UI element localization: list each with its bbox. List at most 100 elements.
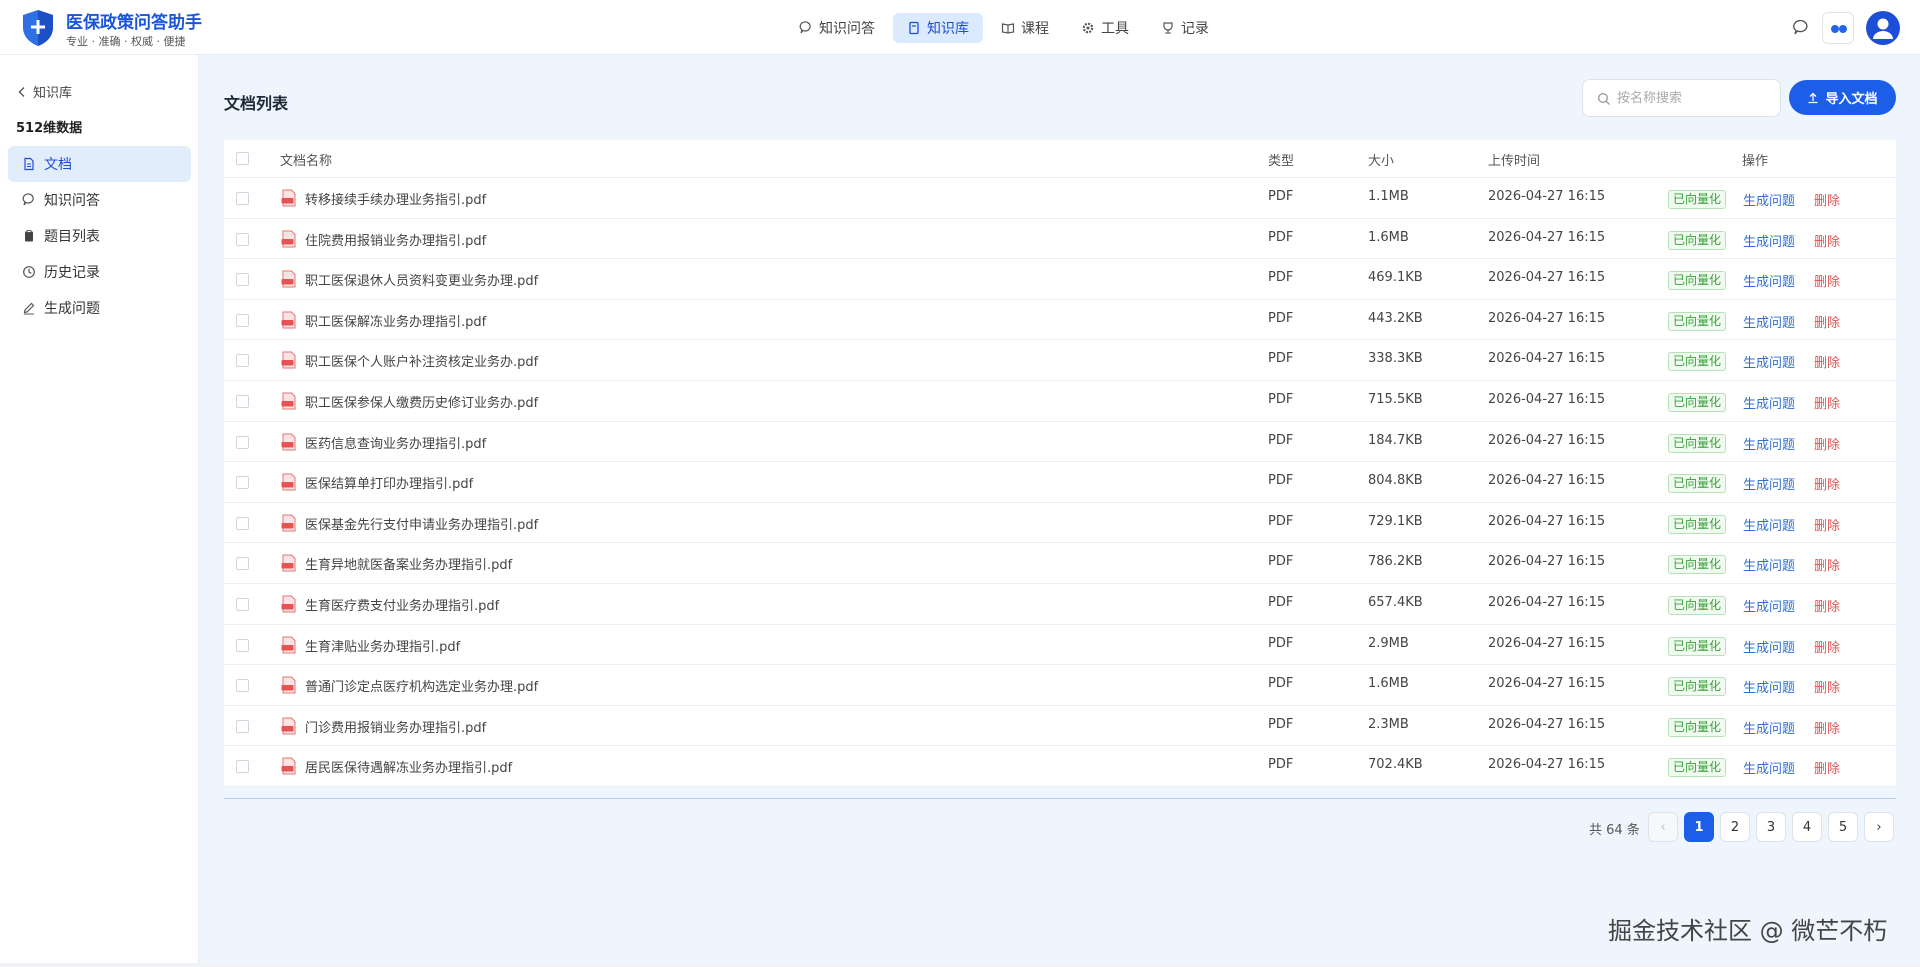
sidebar-item-generate[interactable]: 生成问题 <box>8 290 191 326</box>
page-button-2[interactable]: 2 <box>1720 812 1750 842</box>
page-button-1[interactable]: 1 <box>1684 812 1714 842</box>
sidebar-item-questions[interactable]: 题目列表 <box>8 218 191 254</box>
doc-name[interactable]: 生育异地就医备案业务办理指引.pdf <box>305 554 512 573</box>
sidebar-item-history[interactable]: 历史记录 <box>8 254 191 290</box>
doc-name[interactable]: 职工医保解冻业务办理指引.pdf <box>305 311 486 330</box>
delete-link[interactable]: 删除 <box>1814 271 1840 290</box>
pdf-file-icon <box>281 554 296 572</box>
delete-link[interactable]: 删除 <box>1814 312 1840 331</box>
back-to-knowledge-base[interactable]: 知识库 <box>17 82 72 101</box>
select-all-checkbox[interactable] <box>236 152 249 165</box>
doc-name[interactable]: 转移接续手续办理业务指引.pdf <box>305 189 486 208</box>
delete-link[interactable]: 删除 <box>1814 637 1840 656</box>
page-button-3[interactable]: 3 <box>1756 812 1786 842</box>
generate-questions-link[interactable]: 生成问题 <box>1743 190 1795 209</box>
sidebar-item-label: 文档 <box>44 157 72 173</box>
generate-questions-link[interactable]: 生成问题 <box>1743 515 1795 534</box>
doc-size: 702.4KB <box>1368 757 1423 773</box>
row-checkbox[interactable] <box>236 597 249 611</box>
doc-name[interactable]: 门诊费用报销业务办理指引.pdf <box>305 717 486 736</box>
generate-questions-link[interactable]: 生成问题 <box>1743 231 1795 250</box>
vectorized-status-badge: 已向量化 <box>1668 392 1727 412</box>
nav-item-qa[interactable]: 知识问答 <box>785 13 889 43</box>
top-header: 医保政策问答助手 专业 · 准确 · 权威 · 便捷 知识问答 知识库 课程 工… <box>0 0 1920 55</box>
row-checkbox[interactable] <box>236 232 249 246</box>
clipboard-icon <box>25 230 33 242</box>
generate-questions-link[interactable]: 生成问题 <box>1743 474 1795 493</box>
delete-link[interactable]: 删除 <box>1814 352 1840 371</box>
row-checkbox[interactable] <box>236 394 249 408</box>
delete-link[interactable]: 删除 <box>1814 596 1840 615</box>
pdf-file-icon <box>281 473 296 491</box>
book-icon <box>909 21 919 35</box>
sidebar-item-documents[interactable]: 文档 <box>8 146 191 182</box>
generate-questions-link[interactable]: 生成问题 <box>1743 393 1795 412</box>
delete-link[interactable]: 删除 <box>1814 718 1840 737</box>
doc-name[interactable]: 职工医保退休人员资料变更业务办理.pdf <box>305 270 538 289</box>
row-checkbox[interactable] <box>236 476 249 490</box>
delete-link[interactable]: 删除 <box>1814 231 1840 250</box>
row-checkbox[interactable] <box>236 313 249 327</box>
row-checkbox[interactable] <box>236 679 249 693</box>
pdf-file-icon <box>281 717 296 735</box>
doc-upload-time: 2026-04-27 16:15 <box>1488 391 1606 407</box>
delete-link[interactable]: 删除 <box>1814 555 1840 574</box>
generate-questions-link[interactable]: 生成问题 <box>1743 677 1795 696</box>
row-checkbox[interactable] <box>236 516 249 530</box>
delete-link[interactable]: 删除 <box>1814 758 1840 777</box>
delete-link[interactable]: 删除 <box>1814 515 1840 534</box>
import-document-button[interactable]: 导入文档 <box>1789 80 1896 115</box>
theme-toggle-button[interactable] <box>1822 12 1854 44</box>
doc-name[interactable]: 医保基金先行支付申请业务办理指引.pdf <box>305 514 538 533</box>
vectorized-status-badge: 已向量化 <box>1668 230 1727 250</box>
pdf-file-icon <box>281 230 296 248</box>
doc-name[interactable]: 职工医保个人账户补注资核定业务办.pdf <box>305 351 538 370</box>
doc-name[interactable]: 医保结算单打印办理指引.pdf <box>305 473 473 492</box>
page-button-4[interactable]: 4 <box>1792 812 1822 842</box>
user-avatar[interactable] <box>1866 11 1900 45</box>
generate-questions-link[interactable]: 生成问题 <box>1743 758 1795 777</box>
doc-name[interactable]: 医药信息查询业务办理指引.pdf <box>305 433 486 452</box>
nav-item-tools[interactable]: 工具 <box>1067 13 1143 43</box>
page-button-5[interactable]: 5 <box>1828 812 1858 842</box>
generate-questions-link[interactable]: 生成问题 <box>1743 312 1795 331</box>
row-checkbox[interactable] <box>236 354 249 368</box>
pen-icon <box>23 302 35 315</box>
generate-questions-link[interactable]: 生成问题 <box>1743 434 1795 453</box>
generate-questions-link[interactable]: 生成问题 <box>1743 271 1795 290</box>
table-row: 门诊费用报销业务办理指引.pdf PDF 2.3MB 2026-04-27 16… <box>224 706 1896 747</box>
generate-questions-link[interactable]: 生成问题 <box>1743 596 1795 615</box>
row-checkbox[interactable] <box>236 273 249 287</box>
delete-link[interactable]: 删除 <box>1814 190 1840 209</box>
generate-questions-link[interactable]: 生成问题 <box>1743 352 1795 371</box>
doc-name[interactable]: 生育医疗费支付业务办理指引.pdf <box>305 595 499 614</box>
table-row: 生育异地就医备案业务办理指引.pdf PDF 786.2KB 2026-04-2… <box>224 543 1896 584</box>
delete-link[interactable]: 删除 <box>1814 434 1840 453</box>
delete-link[interactable]: 删除 <box>1814 393 1840 412</box>
doc-name[interactable]: 职工医保参保人缴费历史修订业务办.pdf <box>305 392 538 411</box>
doc-name[interactable]: 生育津贴业务办理指引.pdf <box>305 636 460 655</box>
next-page-button[interactable]: › <box>1864 812 1894 842</box>
generate-questions-link[interactable]: 生成问题 <box>1743 555 1795 574</box>
prev-page-button[interactable]: ‹ <box>1648 812 1678 842</box>
row-checkbox[interactable] <box>236 557 249 571</box>
row-checkbox[interactable] <box>236 719 249 733</box>
message-icon[interactable] <box>1792 19 1810 37</box>
nav-item-knowledge-base[interactable]: 知识库 <box>893 13 983 43</box>
doc-name[interactable]: 住院费用报销业务办理指引.pdf <box>305 230 486 249</box>
delete-link[interactable]: 删除 <box>1814 677 1840 696</box>
sidebar-item-qa[interactable]: 知识问答 <box>8 182 191 218</box>
row-checkbox[interactable] <box>236 435 249 449</box>
nav-item-course[interactable]: 课程 <box>987 13 1063 43</box>
doc-name[interactable]: 普通门诊定点医疗机构选定业务办理.pdf <box>305 676 538 695</box>
search-input[interactable] <box>1617 88 1767 108</box>
row-checkbox[interactable] <box>236 192 249 205</box>
delete-link[interactable]: 删除 <box>1814 474 1840 493</box>
generate-questions-link[interactable]: 生成问题 <box>1743 718 1795 737</box>
row-checkbox[interactable] <box>236 760 249 774</box>
row-checkbox[interactable] <box>236 638 249 652</box>
doc-name[interactable]: 居民医保待遇解冻业务办理指引.pdf <box>305 757 512 776</box>
doc-size: 715.5KB <box>1368 391 1423 407</box>
generate-questions-link[interactable]: 生成问题 <box>1743 637 1795 656</box>
nav-item-records[interactable]: 记录 <box>1147 13 1223 43</box>
